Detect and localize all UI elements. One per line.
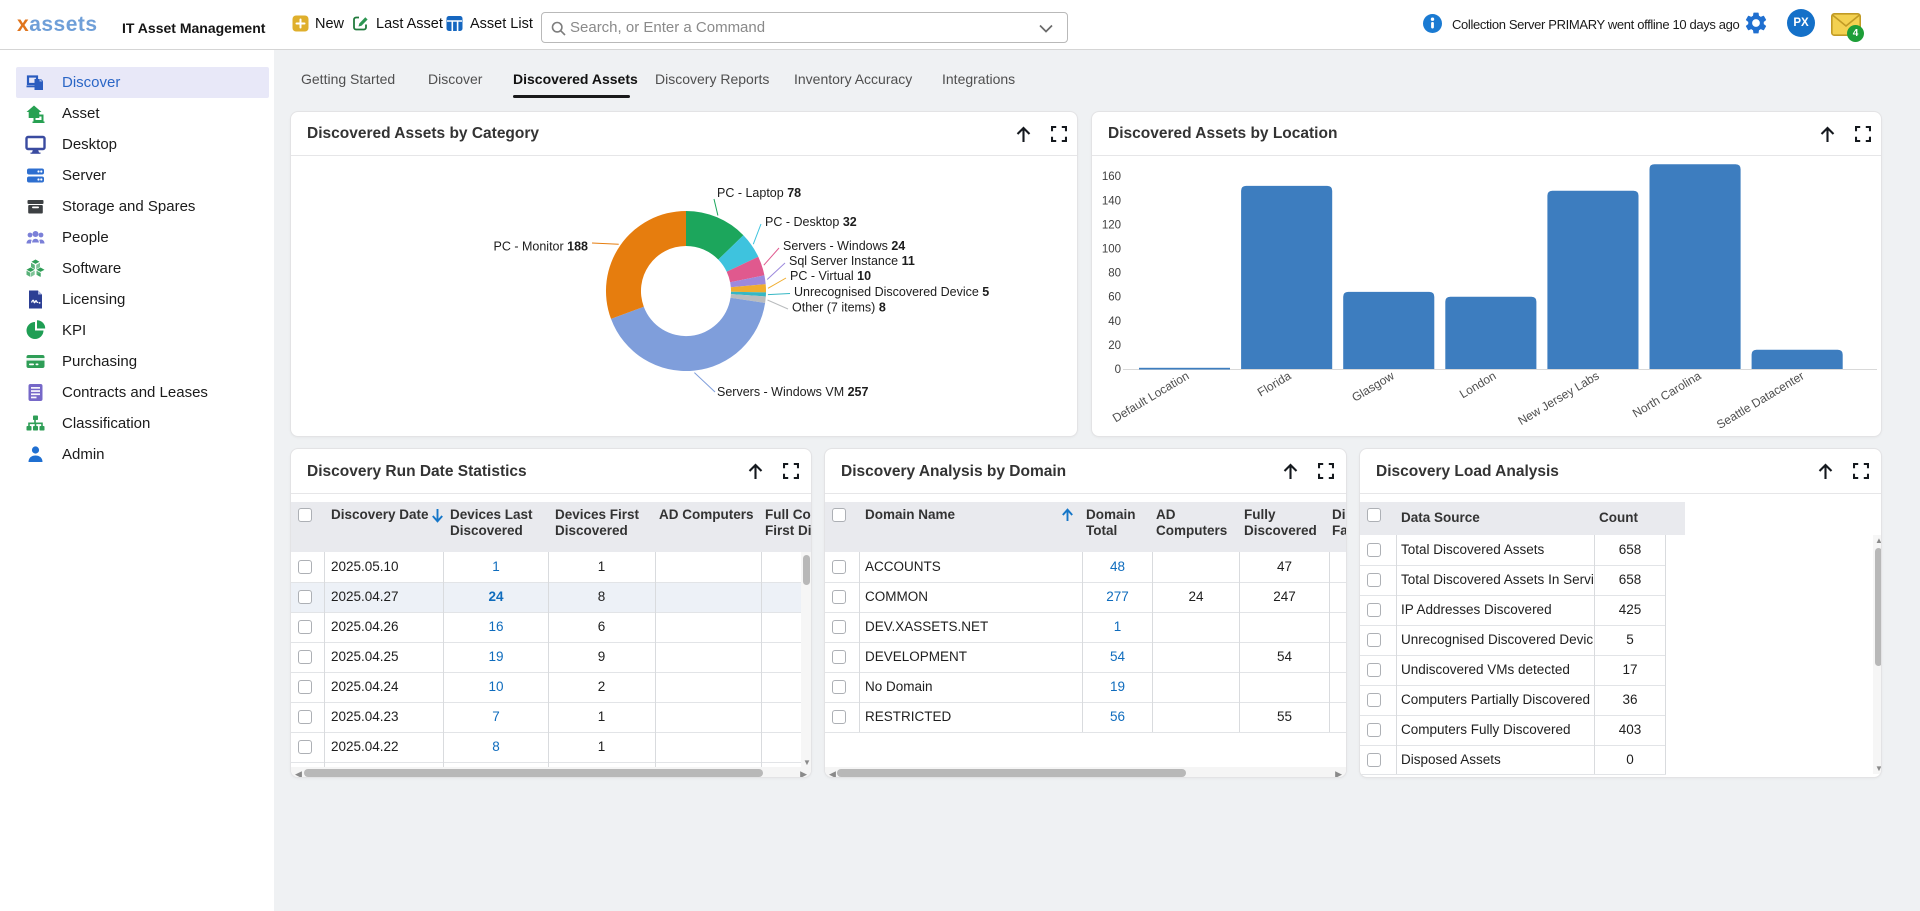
svg-text:Unrecognised Discovered Device: Unrecognised Discovered Device 5 [794, 285, 989, 299]
svg-text:PC - Monitor 188: PC - Monitor 188 [494, 240, 589, 254]
svg-text:New Jersey Labs: New Jersey Labs [1515, 369, 1601, 428]
svg-text:0: 0 [1115, 364, 1121, 376]
svg-text:140: 140 [1102, 195, 1121, 207]
svg-text:PC - Desktop 32: PC - Desktop 32 [765, 215, 857, 229]
svg-text:80: 80 [1108, 268, 1121, 280]
svg-text:20: 20 [1108, 340, 1121, 352]
svg-text:Other (7 items) 8: Other (7 items) 8 [792, 301, 886, 315]
svg-text:Seattle Datacenter: Seattle Datacenter [1714, 369, 1806, 432]
svg-text:120: 120 [1102, 219, 1121, 231]
svg-text:160: 160 [1102, 171, 1121, 183]
svg-text:PC - Virtual 10: PC - Virtual 10 [790, 269, 871, 283]
svg-text:Default Location: Default Location [1110, 369, 1192, 426]
svg-text:60: 60 [1108, 292, 1121, 304]
svg-text:Servers - Windows 24: Servers - Windows 24 [783, 239, 905, 253]
svg-text:Servers - Windows VM 257: Servers - Windows VM 257 [717, 385, 868, 399]
svg-text:Sql Server Instance 11: Sql Server Instance 11 [789, 254, 915, 268]
svg-text:North Carolina: North Carolina [1630, 368, 1704, 420]
svg-text:100: 100 [1102, 244, 1121, 256]
svg-text:Florida: Florida [1255, 368, 1294, 399]
svg-text:London: London [1457, 369, 1499, 402]
svg-text:40: 40 [1108, 316, 1121, 328]
svg-text:PC - Laptop 78: PC - Laptop 78 [717, 186, 801, 200]
svg-text:Glasgow: Glasgow [1349, 368, 1397, 404]
